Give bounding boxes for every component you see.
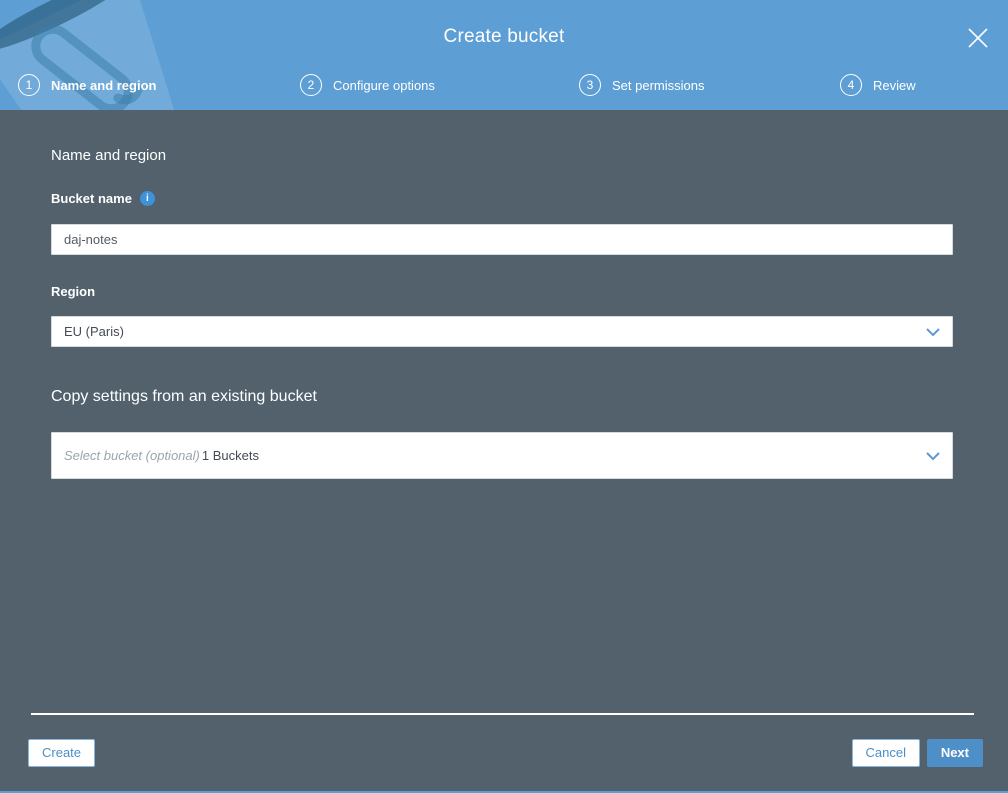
section-title-name-and-region: Name and region [51, 147, 167, 164]
chevron-down-icon [926, 324, 940, 339]
section-title-copy-settings: Copy settings from an existing bucket [51, 388, 317, 405]
step-configure-options[interactable]: 2 Configure options [300, 74, 435, 96]
step-label: Review [873, 77, 916, 93]
bucket-name-label-text: Bucket name [51, 191, 132, 206]
chevron-down-icon [926, 448, 940, 463]
step-set-permissions[interactable]: 3 Set permissions [579, 74, 704, 96]
step-label: Configure options [333, 77, 435, 93]
create-button[interactable]: Create [28, 739, 96, 767]
page-title: Create bucket [443, 26, 565, 47]
dialog-header: Create bucket 1 Name and region 2 Config… [0, 0, 1008, 110]
step-label: Name and region [51, 77, 157, 93]
bucket-select-placeholder: Select bucket (optional) [64, 448, 200, 463]
create-bucket-dialog: Create bucket 1 Name and region 2 Config… [0, 0, 1008, 793]
step-label: Set permissions [612, 77, 705, 93]
step-number-badge: 3 [579, 74, 601, 96]
copy-settings-bucket-select[interactable]: Select bucket (optional) 1 Buckets [51, 432, 953, 479]
cancel-button[interactable]: Cancel [851, 739, 920, 767]
region-selected-value: EU (Paris) [64, 324, 124, 339]
bucket-count-text: 1 Buckets [201, 448, 259, 463]
bucket-name-label: Bucket name i [51, 191, 155, 206]
region-label: Region [51, 284, 96, 299]
step-number-badge: 1 [18, 74, 40, 96]
step-name-and-region[interactable]: 1 Name and region [18, 74, 156, 96]
close-icon[interactable] [966, 26, 990, 50]
region-select[interactable]: EU (Paris) [51, 316, 953, 347]
step-number-badge: 4 [840, 74, 862, 96]
bucket-name-input[interactable] [51, 224, 953, 255]
step-number-badge: 2 [300, 74, 322, 96]
info-icon[interactable]: i [139, 191, 155, 206]
step-review[interactable]: 4 Review [840, 74, 916, 96]
next-button[interactable]: Next [926, 739, 983, 767]
wizard-steps: 1 Name and region 2 Configure options 3 … [0, 66, 1008, 110]
footer-divider [31, 713, 974, 715]
